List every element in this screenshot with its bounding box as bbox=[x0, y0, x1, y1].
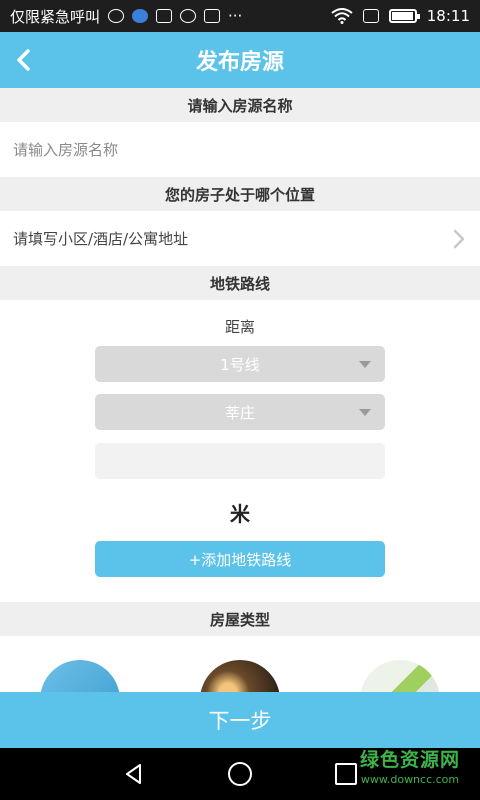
section-header-name: 请输入房源名称 bbox=[0, 88, 480, 122]
app-icon bbox=[132, 9, 149, 23]
dropdown-caret-icon bbox=[359, 361, 371, 368]
subway-station-value: 莘庄 bbox=[224, 403, 255, 422]
title-bar: 发布房源 bbox=[0, 32, 480, 88]
watermark-url: www.downcc.com bbox=[360, 773, 460, 786]
nav-home-icon[interactable] bbox=[228, 762, 252, 786]
wifi-icon bbox=[331, 8, 353, 24]
sim-icon bbox=[156, 9, 173, 23]
page-title: 发布房源 bbox=[195, 50, 284, 75]
location-selector[interactable]: 请填写小区/酒店/公寓地址 bbox=[0, 211, 480, 266]
dropdown-caret-icon bbox=[359, 409, 371, 416]
no-sim-icon bbox=[362, 9, 379, 23]
back-button[interactable] bbox=[12, 46, 38, 74]
section-header-location: 您的房子处于哪个位置 bbox=[0, 177, 480, 211]
image-icon bbox=[204, 9, 221, 23]
section-header-house-type: 房屋类型 bbox=[0, 602, 480, 636]
watermark-title: 绿色资源网 bbox=[359, 749, 460, 771]
watermark: 绿色资源网 www.downcc.com bbox=[344, 748, 476, 792]
location-text: 请填写小区/酒店/公寓地址 bbox=[13, 230, 189, 248]
status-bar: 仅限紧急呼叫 ··· 18:11 bbox=[0, 0, 480, 32]
cloud-icon bbox=[108, 9, 125, 23]
section-header-subway: 地铁路线 bbox=[0, 266, 480, 300]
name-input-row bbox=[0, 122, 480, 177]
wifi-off-icon bbox=[180, 9, 197, 23]
subway-line-select[interactable]: 1号线 bbox=[95, 346, 385, 382]
distance-input[interactable] bbox=[95, 443, 385, 479]
status-left: 仅限紧急呼叫 ··· bbox=[10, 6, 331, 27]
next-step-button[interactable]: 下一步 bbox=[0, 692, 480, 748]
add-subway-button[interactable]: +添加地铁路线 bbox=[95, 541, 385, 577]
status-right: 18:11 bbox=[331, 7, 470, 25]
nav-back-icon[interactable] bbox=[122, 762, 146, 786]
carrier-text: 仅限紧急呼叫 bbox=[10, 7, 101, 26]
subway-station-select[interactable]: 莘庄 bbox=[95, 394, 385, 430]
subway-line-value: 1号线 bbox=[220, 355, 260, 374]
battery-icon bbox=[388, 9, 420, 23]
distance-label: 距离 bbox=[224, 318, 255, 336]
distance-unit: 米 bbox=[230, 502, 250, 526]
house-name-input[interactable] bbox=[13, 140, 433, 159]
more-notifications: ··· bbox=[228, 7, 243, 25]
clock: 18:11 bbox=[426, 7, 470, 25]
chevron-right-icon bbox=[453, 229, 465, 249]
